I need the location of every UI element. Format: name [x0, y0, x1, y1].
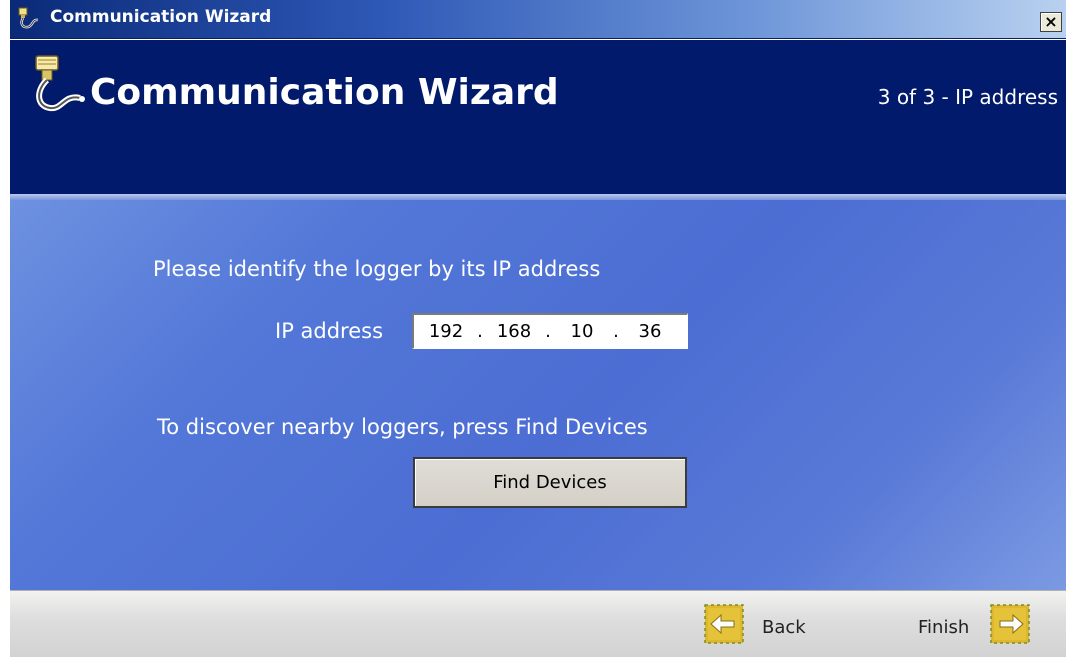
communication-plug-icon — [18, 7, 39, 29]
ip-address-input[interactable]: 192 . 168 . 10 . 36 — [412, 313, 688, 349]
arrow-right-icon[interactable] — [990, 604, 1030, 644]
ip-octet-4[interactable]: 36 — [626, 321, 674, 342]
ip-octet-1[interactable]: 192 — [422, 321, 470, 342]
communication-plug-icon — [35, 55, 85, 112]
ip-prompt-text: Please identify the logger by its IP add… — [153, 257, 601, 281]
step-indicator: 3 of 3 - IP address — [877, 85, 1058, 109]
ip-address-label: IP address — [275, 319, 384, 343]
ip-separator: . — [613, 321, 619, 342]
ip-separator: . — [545, 321, 551, 342]
find-devices-button[interactable]: Find Devices — [413, 457, 687, 508]
title-bar[interactable]: Communication Wizard × — [10, 0, 1066, 39]
ip-octet-2[interactable]: 168 — [490, 321, 538, 342]
wizard-header: Communication Wizard 3 of 3 - IP address — [10, 40, 1066, 194]
wizard-content: Please identify the logger by its IP add… — [10, 200, 1066, 590]
finish-button[interactable]: Finish — [918, 617, 969, 638]
close-icon: × — [1044, 12, 1058, 31]
window-title: Communication Wizard — [50, 7, 272, 27]
discover-hint-text: To discover nearby loggers, press Find D… — [157, 415, 648, 439]
wizard-title: Communication Wizard — [90, 72, 559, 113]
ip-separator: . — [477, 321, 483, 342]
arrow-left-icon[interactable] — [704, 604, 744, 644]
wizard-footer: Back Finish — [10, 590, 1066, 657]
close-button[interactable]: × — [1040, 12, 1062, 32]
communication-wizard-window: Communication Wizard × Communication Wiz… — [0, 0, 1066, 657]
ip-octet-3[interactable]: 10 — [558, 321, 606, 342]
back-button[interactable]: Back — [762, 617, 806, 638]
